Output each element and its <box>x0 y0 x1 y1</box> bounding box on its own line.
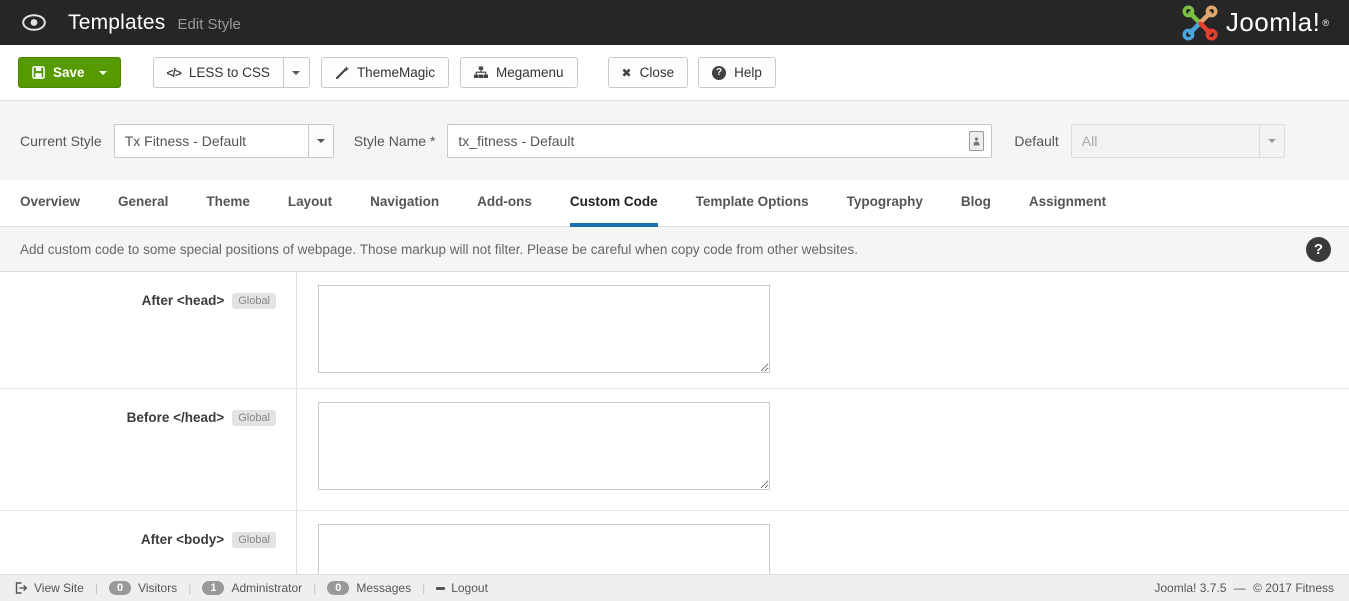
help-label: Help <box>734 65 762 80</box>
current-style-label: Current Style <box>20 133 102 149</box>
input-keyboard-icon <box>969 131 984 151</box>
default-label: Default <box>1014 133 1058 149</box>
separator: | <box>313 581 316 595</box>
joomla-logo: Joomla! ® <box>1182 5 1329 41</box>
less-to-css-dropdown-button[interactable] <box>283 57 310 88</box>
page-subtitle: Edit Style <box>178 16 241 33</box>
field-row-before-head-close: Before </head> Global <box>0 389 1349 511</box>
select-caret[interactable] <box>308 125 333 157</box>
tab-navigation[interactable]: Navigation <box>370 180 439 227</box>
chevron-down-icon <box>1268 139 1276 143</box>
view-site-link[interactable]: View Site <box>15 581 84 595</box>
current-style-select[interactable]: Tx Fitness - Default <box>114 124 334 158</box>
footer-version-copyright: Joomla! 3.7.5 — © 2017 Fitness <box>1150 581 1334 595</box>
messages-link[interactable]: 0 Messages <box>327 581 411 595</box>
field-label-cell: After <head> Global <box>0 272 297 388</box>
tab-assignment[interactable]: Assignment <box>1029 180 1106 227</box>
administrator-count-badge: 1 <box>202 581 224 595</box>
help-button[interactable]: ? Help <box>698 57 776 88</box>
toolbar: Save </> LESS to CSS ThemeMagic <box>0 45 1349 100</box>
before-head-close-textarea[interactable] <box>318 402 770 490</box>
tab-template-options[interactable]: Template Options <box>696 180 809 227</box>
field-control-cell <box>297 272 770 388</box>
tab-theme[interactable]: Theme <box>206 180 250 227</box>
exit-arrow-icon <box>15 582 28 594</box>
style-selector-bar: Current Style Tx Fitness - Default Style… <box>0 100 1349 180</box>
default-value: All <box>1072 133 1259 149</box>
separator: | <box>188 581 191 595</box>
administrator-link[interactable]: 1 Administrator <box>202 581 302 595</box>
registered-mark: ® <box>1322 18 1329 28</box>
style-name-input[interactable] <box>447 124 992 158</box>
templates-edit-style-page: Templates Edit Style Joomla! ® <box>0 0 1349 601</box>
messages-count-badge: 0 <box>327 581 349 595</box>
joomla-logo-icon <box>1182 5 1218 41</box>
page-title: Templates <box>68 11 166 35</box>
tab-general[interactable]: General <box>118 180 168 227</box>
visitors-link[interactable]: 0 Visitors <box>109 581 177 595</box>
current-style-value: Tx Fitness - Default <box>115 133 308 149</box>
help-question-icon: ? <box>712 66 726 80</box>
select-caret[interactable] <box>1259 125 1284 157</box>
logout-label: Logout <box>451 581 488 595</box>
global-badge: Global <box>232 532 276 548</box>
visitors-label: Visitors <box>138 581 177 595</box>
global-badge: Global <box>232 293 276 309</box>
style-name-label: Style Name * <box>354 133 436 149</box>
tab-overview[interactable]: Overview <box>20 180 80 227</box>
close-x-icon: ✖ <box>622 66 632 80</box>
before-head-close-label: Before </head> <box>127 410 225 425</box>
logout-dash-icon <box>436 587 445 590</box>
separator: | <box>95 581 98 595</box>
admin-status-bar: View Site | 0 Visitors | 1 Administrator… <box>0 574 1349 601</box>
tab-blog[interactable]: Blog <box>961 180 991 227</box>
save-button-label: Save <box>53 65 85 80</box>
save-floppy-icon <box>32 66 45 79</box>
view-site-label: View Site <box>34 581 84 595</box>
tab-bar: Overview General Theme Layout Navigation… <box>0 180 1349 227</box>
default-select[interactable]: All <box>1071 124 1285 158</box>
after-head-label: After <head> <box>142 293 225 308</box>
after-head-textarea[interactable] <box>318 285 770 373</box>
megamenu-button[interactable]: Megamenu <box>460 57 578 88</box>
sitemap-icon <box>474 66 488 79</box>
copyright-text: © 2017 Fitness <box>1253 581 1334 595</box>
close-label: Close <box>640 65 675 80</box>
tab-layout[interactable]: Layout <box>288 180 332 227</box>
field-label-cell: Before </head> Global <box>0 389 297 510</box>
magic-wand-icon <box>335 66 349 80</box>
description-bar: Add custom code to some special position… <box>0 227 1349 272</box>
thememagic-button[interactable]: ThemeMagic <box>321 57 449 88</box>
tab-custom-code[interactable]: Custom Code <box>570 180 658 227</box>
code-icon: </> <box>167 66 181 80</box>
less-to-css-label: LESS to CSS <box>189 65 270 80</box>
tab-add-ons[interactable]: Add-ons <box>477 180 532 227</box>
footer-dash: — <box>1234 581 1246 595</box>
save-button[interactable]: Save <box>18 57 121 88</box>
visitors-count-badge: 0 <box>109 581 131 595</box>
logout-link[interactable]: Logout <box>436 581 488 595</box>
description-text: Add custom code to some special position… <box>20 242 858 257</box>
top-header-bar: Templates Edit Style Joomla! ® <box>0 0 1349 45</box>
joomla-version: Joomla! 3.7.5 <box>1154 581 1226 595</box>
field-control-cell <box>297 389 770 510</box>
separator: | <box>422 581 425 595</box>
chevron-down-icon <box>292 71 300 75</box>
chevron-down-icon <box>317 139 325 143</box>
less-to-css-button[interactable]: </> LESS to CSS <box>153 57 284 88</box>
global-badge: Global <box>232 410 276 426</box>
field-row-after-head: After <head> Global <box>0 272 1349 389</box>
megamenu-label: Megamenu <box>496 65 564 80</box>
help-circle-icon[interactable]: ? <box>1306 237 1331 262</box>
after-body-label: After <body> <box>141 532 224 547</box>
joomla-logo-text: Joomla! <box>1226 7 1321 38</box>
tab-typography[interactable]: Typography <box>847 180 923 227</box>
save-dropdown-caret-icon[interactable] <box>99 71 107 75</box>
administrator-label: Administrator <box>231 581 302 595</box>
messages-label: Messages <box>356 581 411 595</box>
eye-icon <box>22 14 46 31</box>
thememagic-label: ThemeMagic <box>357 65 435 80</box>
close-button[interactable]: ✖ Close <box>608 57 689 88</box>
